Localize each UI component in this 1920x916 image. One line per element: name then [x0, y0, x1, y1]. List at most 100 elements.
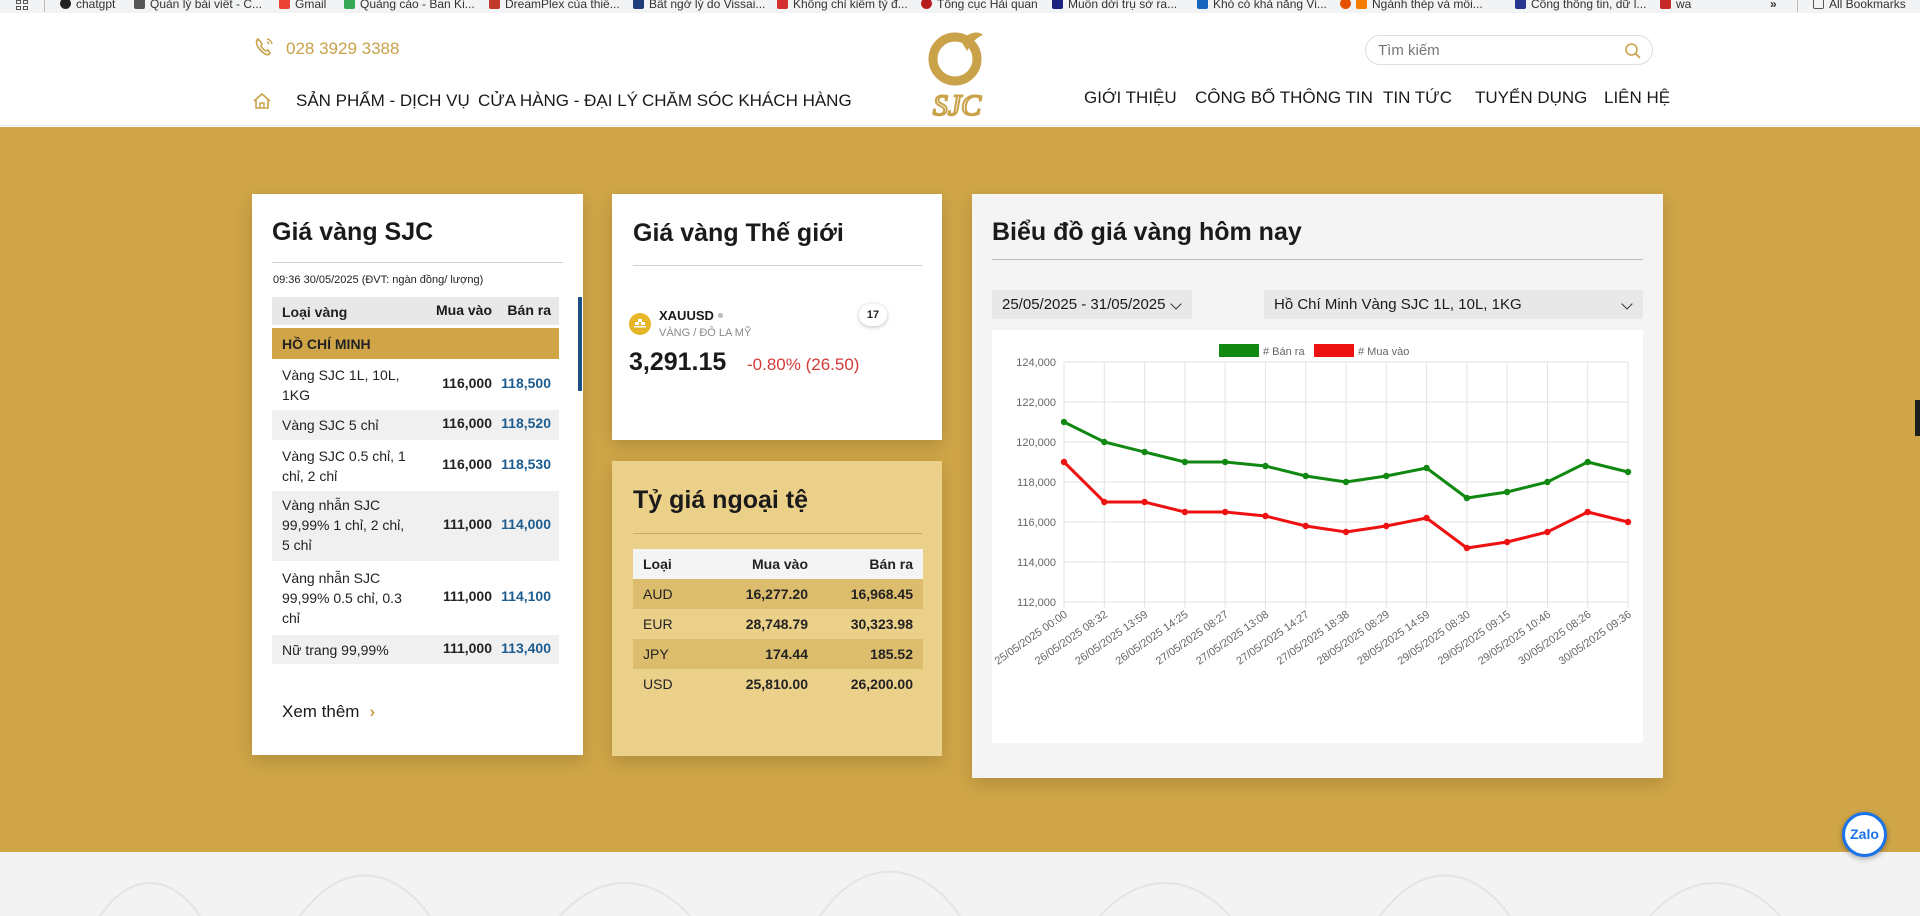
data-point [1463, 544, 1471, 552]
site-icon [489, 0, 500, 9]
nav-careers[interactable]: TUYỂN DỤNG [1475, 88, 1587, 108]
view-more-label: Xem thêm [282, 702, 360, 721]
price-chart: 124,000 122,000 120,000 118,000 116,000 114,0… [992, 330, 1643, 743]
data-point [1624, 468, 1632, 476]
legend-swatch [1314, 344, 1354, 357]
gold-type: Vàng nhẫn SJC 99,99% 1 chỉ, 2 chỉ, 5 chỉ [282, 497, 405, 553]
sell-price: 113,400 [501, 640, 551, 656]
line-chart: 124,000 122,000 120,000 118,000 116,000 114,0… [993, 344, 1634, 668]
data-point [1423, 464, 1430, 472]
data-point [1221, 458, 1229, 466]
customs-icon [921, 0, 932, 9]
bookmark-item[interactable]: Cổng thông tin, dữ l... [1515, 0, 1646, 11]
ticker-description: VÀNG / ĐÔ LA MỸ [659, 327, 752, 339]
bookmark-item[interactable]: Quảng cáo - Ban Ki... [344, 0, 475, 11]
table-row: Vàng SJC 0.5 chỉ, 1 chỉ, 2 chỉ 116,000 1… [272, 443, 559, 489]
search-icon[interactable] [1624, 42, 1642, 60]
sjc-card-title: Giá vàng SJC [272, 218, 434, 246]
bookmark-item[interactable]: Tổng cục Hải quan [921, 0, 1038, 11]
product-value: Hồ Chí Minh Vàng SJC 1L, 10L, 1KG [1274, 296, 1522, 313]
tradingview-logo-icon[interactable]: 17 [859, 304, 887, 326]
x-tick-label: 27/05/2025 18:38 [1275, 609, 1352, 668]
site-icon [1197, 0, 1208, 9]
currency-code: EUR [643, 616, 673, 632]
buy-rate: 25,810.00 [745, 676, 808, 692]
column-header: Mua vào [435, 302, 492, 318]
ticker-symbol[interactable]: XAUUSD [659, 308, 723, 323]
sheets-icon [344, 0, 355, 9]
more-bookmarks-button[interactable]: » [1770, 0, 1777, 11]
table-row: AUD 16,277.20 16,968.45 [633, 579, 923, 609]
table-row: EUR 28,748.79 30,323.98 [633, 609, 923, 639]
data-point [1503, 488, 1511, 496]
nav-customer-care[interactable]: CHĂM SÓC KHÁCH HÀNG [642, 91, 852, 111]
region-row: HỒ CHÍ MINH [272, 328, 559, 359]
nav-about[interactable]: GIỚI THIỆU [1084, 88, 1177, 108]
zalo-chat-button[interactable]: Zalo [1842, 812, 1887, 857]
y-tick-label: 120,000 [1016, 437, 1056, 449]
bookmark-item[interactable]: Khó có khả năng Vi... [1197, 0, 1327, 11]
sell-price: 114,000 [501, 516, 551, 532]
gold-coin-icon [629, 313, 651, 335]
date-range-select[interactable]: 25/05/2025 - 31/05/2025 [992, 290, 1192, 319]
x-tick-label: 29/05/2025 10:46 [1476, 609, 1553, 668]
site-icon [633, 0, 644, 9]
x-tick-label: 29/05/2025 08:30 [1396, 609, 1473, 668]
product-select[interactable]: Hồ Chí Minh Vàng SJC 1L, 10L, 1KG [1264, 290, 1643, 319]
search-input[interactable] [1378, 42, 1618, 59]
bookmark-item[interactable]: Muốn dời trụ sở ra... [1052, 0, 1177, 11]
bookmark-item[interactable]: wa [1660, 0, 1691, 11]
sjc-logo[interactable]: SJC [925, 27, 989, 119]
currency-code: AUD [643, 586, 673, 602]
world-gold-card: Giá vàng Thế giới XAUUSD VÀNG / ĐÔ LA MỸ… [612, 194, 942, 440]
home-icon[interactable] [252, 92, 272, 110]
bookmark-item[interactable]: Gmail [279, 0, 326, 11]
hotline-phone[interactable]: 028 3929 3388 [286, 39, 399, 59]
price-change: -0.80% (26.50) [747, 355, 860, 374]
gold-type: Vàng SJC 5 chỉ [282, 417, 379, 433]
apps-grid-icon[interactable] [16, 0, 29, 11]
gold-type: Vàng SJC 0.5 chỉ, 1 chỉ, 2 chỉ [282, 448, 406, 484]
table-row: USD 25,810.00 26,200.00 [633, 669, 923, 699]
nav-news[interactable]: TIN TỨC [1383, 88, 1452, 108]
site-header: 028 3929 3388 SJC SẢN PHẨM - DỊCH VỤ CỬA… [0, 13, 1920, 126]
currency-code: USD [643, 676, 673, 692]
buy-price: 111,000 [442, 640, 492, 656]
site-icon [1660, 0, 1671, 9]
nav-contact[interactable]: LIÊN HỆ [1604, 88, 1670, 108]
y-tick-label: 118,000 [1017, 477, 1056, 489]
x-tick-label: 28/05/2025 08:29 [1315, 609, 1392, 668]
nav-disclosure[interactable]: CÔNG BỐ THÔNG TIN [1195, 88, 1373, 108]
bookmark-item[interactable]: Bất ngờ lý do Vissai... [633, 0, 765, 11]
chevron-right-icon: › [369, 702, 376, 721]
y-tick-label: 122,000 [1016, 397, 1056, 409]
nav-stores-agents[interactable]: CỬA HÀNG - ĐẠI LÝ [478, 91, 638, 111]
y-tick-label: 112,000 [1017, 597, 1056, 609]
view-more-link[interactable]: Xem thêm › [282, 702, 375, 722]
data-point [1584, 458, 1591, 466]
x-tick-label: 26/05/2025 13:59 [1073, 609, 1150, 668]
bookmark-item[interactable]: chatgpt [60, 0, 115, 11]
data-point [1342, 478, 1350, 486]
data-point [1060, 418, 1068, 426]
site-icon [134, 0, 145, 9]
data-point [1181, 458, 1189, 466]
bookmark-item[interactable]: Quản lý bài viết - C... [134, 0, 262, 11]
main-nav-right: GIỚI THIỆU CÔNG BỐ THÔNG TIN TIN TỨC TUY… [1084, 88, 1670, 114]
x-tick-label: 29/05/2025 09:15 [1436, 609, 1513, 668]
all-bookmarks-button[interactable]: All Bookmarks [1813, 0, 1906, 11]
title-divider [633, 533, 922, 534]
bookmark-item[interactable]: Ngành thép và mối... [1340, 0, 1483, 11]
nav-products-services[interactable]: SẢN PHẨM - DỊCH VỤ [296, 91, 470, 111]
search-box [1365, 35, 1653, 65]
legend-label: # Bán ra [1263, 346, 1305, 358]
chatgpt-icon [60, 0, 71, 9]
data-point [1503, 538, 1511, 546]
x-tick-label: 30/05/2025 08:26 [1516, 609, 1593, 668]
bookmark-item[interactable]: Không chỉ kiếm tỷ đ... [777, 0, 908, 11]
gmail-icon [279, 0, 290, 9]
y-tick-label: 116,000 [1017, 517, 1056, 529]
data-point [1141, 448, 1148, 456]
bookmark-item[interactable]: DreamPlex của thiế... [489, 0, 620, 11]
table-scrollbar[interactable] [578, 297, 582, 391]
